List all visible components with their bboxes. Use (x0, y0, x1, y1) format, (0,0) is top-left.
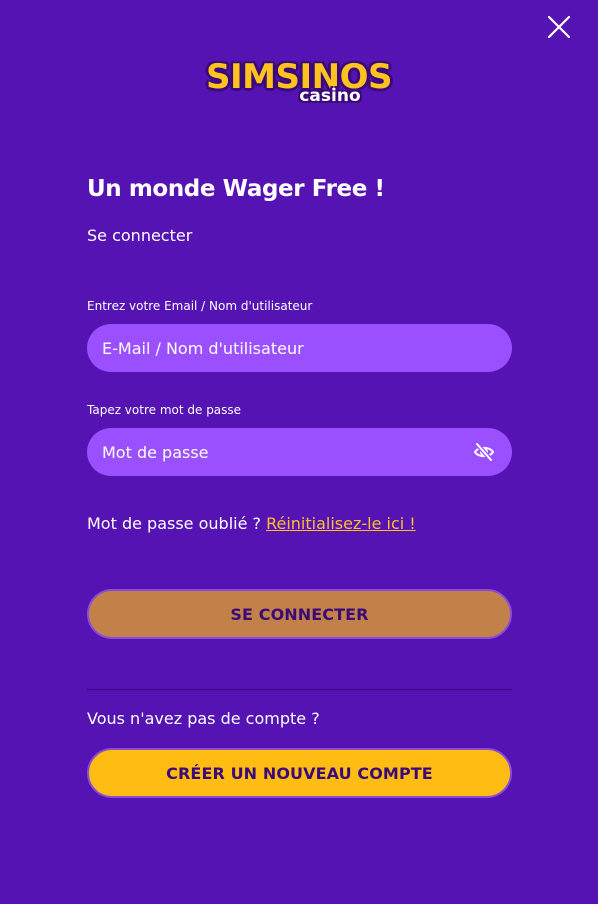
page-title: Un monde Wager Free ! (87, 176, 385, 202)
close-icon (547, 15, 571, 39)
email-label: Entrez votre Email / Nom d'utilisateur (87, 299, 313, 313)
email-input[interactable] (87, 324, 512, 372)
password-input[interactable] (87, 428, 512, 476)
login-form-container: Un monde Wager Free ! Se connecter Entre… (87, 172, 512, 798)
password-visibility-toggle[interactable] (473, 442, 495, 462)
divider (87, 689, 512, 690)
forgot-password-text: Mot de passe oublié ? (87, 514, 261, 533)
reset-password-link[interactable]: Réinitialisez-le ici ! (266, 514, 416, 533)
eye-slash-icon (473, 442, 495, 462)
page-subtitle: Se connecter (87, 226, 193, 245)
brand-logo: SIMSINOS casino (0, 58, 598, 106)
forgot-password-row: Mot de passe oublié ? Réinitialisez-le i… (87, 513, 512, 535)
password-field-wrapper (87, 428, 512, 476)
close-button[interactable] (546, 14, 572, 40)
email-field-wrapper (87, 324, 512, 372)
login-button[interactable]: SE CONNECTER (87, 589, 512, 639)
create-account-button[interactable]: CRÉER UN NOUVEAU COMPTE (87, 748, 512, 798)
password-label: Tapez votre mot de passe (87, 403, 242, 417)
logo-subtext: casino (299, 86, 361, 106)
no-account-prompt: Vous n'avez pas de compte ? (87, 709, 320, 728)
login-modal: SIMSINOS casino Un monde Wager Free ! Se… (0, 0, 598, 904)
